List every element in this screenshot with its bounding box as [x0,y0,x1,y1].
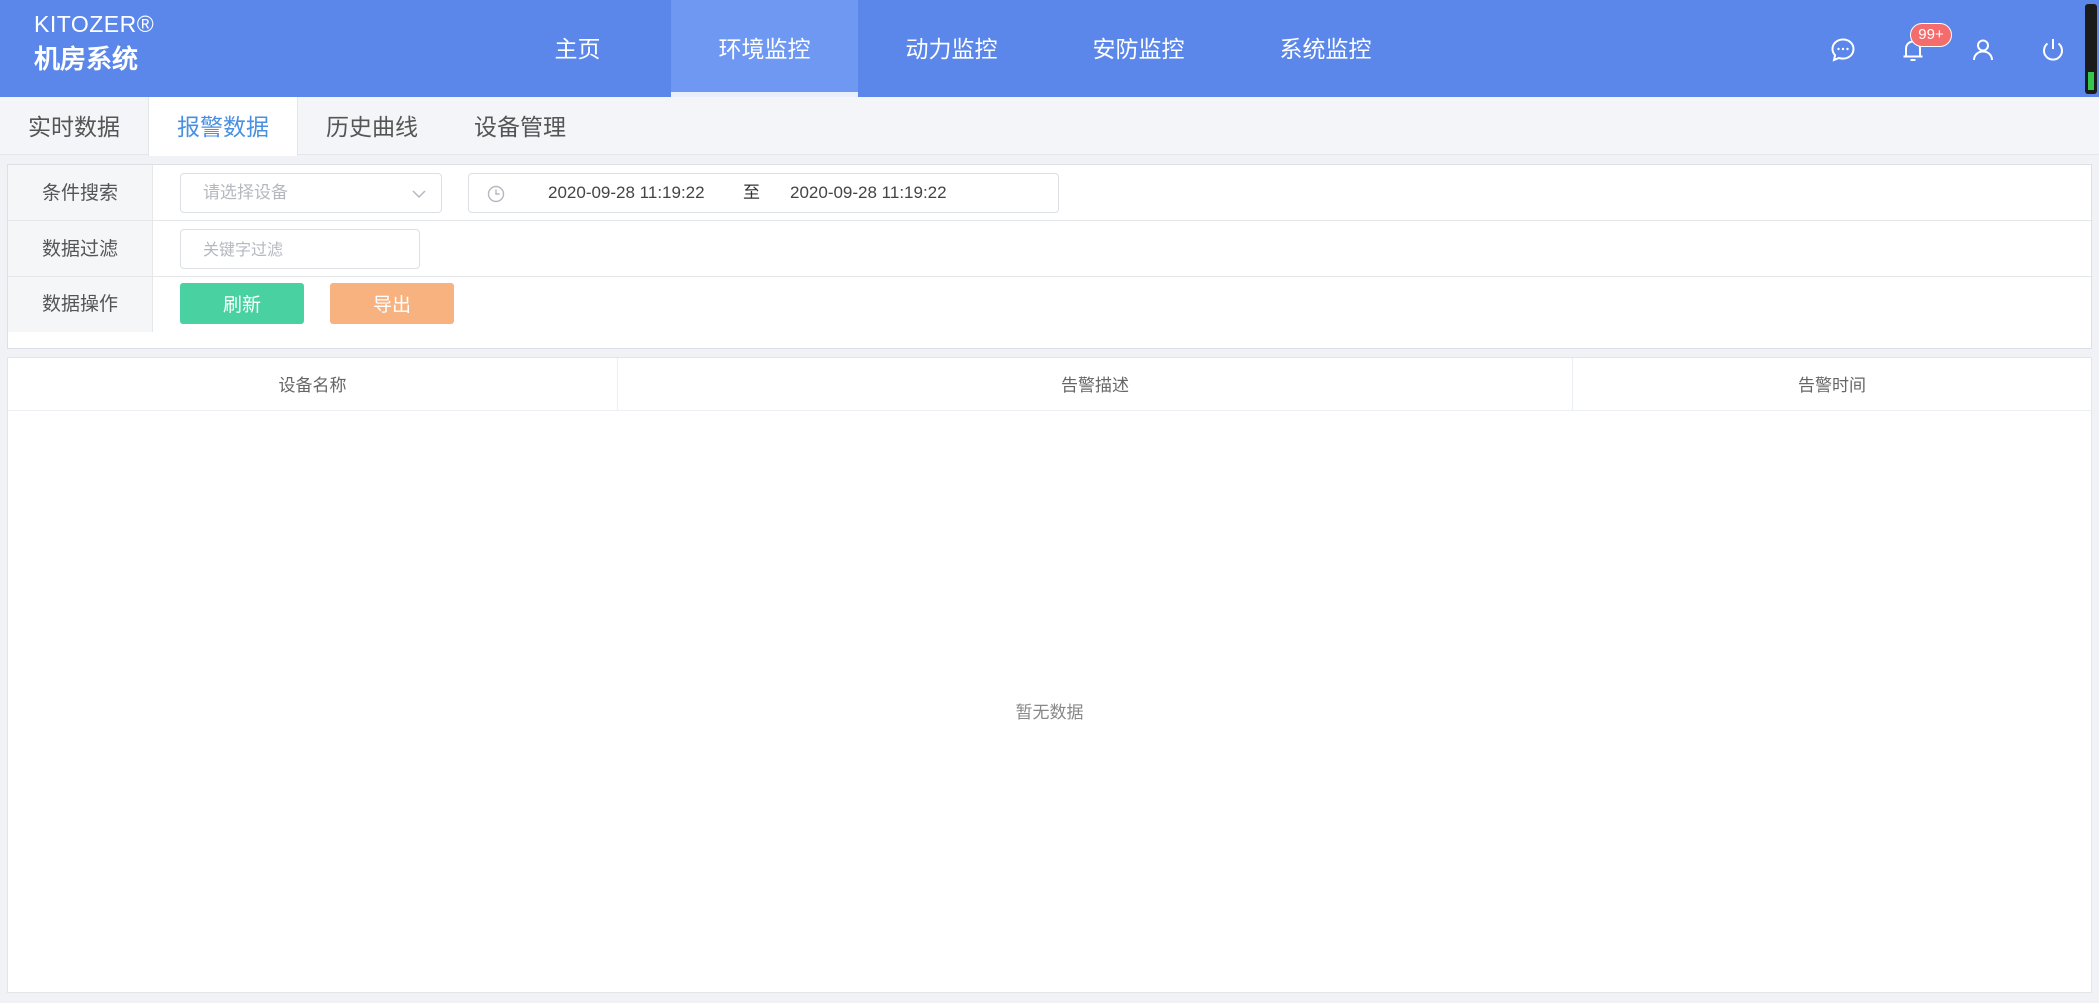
sub-tabs: 实时数据 报警数据 历史曲线 设备管理 [0,97,2099,156]
device-select-placeholder: 请选择设备 [203,183,288,203]
filter-row-keyword: 数据过滤 [8,221,2091,277]
main-nav: 主页 环境监控 动力监控 安防监控 系统监控 [484,0,1419,97]
tab-history-curve[interactable]: 历史曲线 [298,97,446,155]
filter-panel: 条件搜索 请选择设备 2020-09-28 11:19:22 至 2020-09… [7,164,2092,349]
refresh-button[interactable]: 刷新 [180,283,304,324]
user-icon[interactable] [1969,36,1997,64]
clock-icon [487,185,505,203]
date-start[interactable]: 2020-09-28 11:19:22 [548,174,705,212]
export-button[interactable]: 导出 [330,283,454,324]
power-icon[interactable] [2039,36,2067,64]
empty-state-text: 暂无数据 [1015,703,1084,723]
filter-label: 数据过滤 [8,221,153,276]
search-label: 条件搜索 [8,165,153,220]
tab-realtime-data[interactable]: 实时数据 [0,97,148,155]
nav-item-environment[interactable]: 环境监控 [671,0,858,97]
column-alarm-time[interactable]: 告警时间 [1573,358,2091,411]
tab-device-management[interactable]: 设备管理 [446,97,594,155]
alarm-table: 设备名称 告警描述 告警时间 暂无数据 [7,357,2092,993]
device-select[interactable]: 请选择设备 [180,173,442,213]
table-header: 设备名称 告警描述 告警时间 [8,358,2091,411]
top-header: KITOZER® 机房系统 主页 环境监控 动力监控 安防监控 系统监控 99+ [0,0,2099,97]
filter-row-ops: 数据操作 刷新 导出 [8,277,2091,332]
date-separator: 至 [743,183,760,203]
brand-name-cn: 机房系统 [34,45,139,75]
date-end[interactable]: 2020-09-28 11:19:22 [790,174,947,212]
notification-badge: 99+ [1910,23,1952,47]
message-icon[interactable] [1829,36,1857,64]
nav-item-home[interactable]: 主页 [484,0,671,97]
nav-item-system[interactable]: 系统监控 [1232,0,1419,97]
nav-item-power[interactable]: 动力监控 [858,0,1045,97]
keyword-filter-input[interactable] [180,229,420,269]
filter-row-search: 条件搜索 请选择设备 2020-09-28 11:19:22 至 2020-09… [8,165,2091,221]
scroll-indicator [2085,4,2097,94]
chevron-down-icon [412,190,426,199]
date-range-picker[interactable]: 2020-09-28 11:19:22 至 2020-09-28 11:19:2… [468,173,1059,213]
tab-alarm-data[interactable]: 报警数据 [148,97,298,156]
column-alarm-description[interactable]: 告警描述 [618,358,1573,411]
ops-label: 数据操作 [8,277,153,332]
brand-logo: KITOZER® 机房系统 [34,10,154,78]
column-device-name[interactable]: 设备名称 [8,358,618,411]
nav-item-security[interactable]: 安防监控 [1045,0,1232,97]
brand-name-en: KITOZER® [34,11,155,37]
